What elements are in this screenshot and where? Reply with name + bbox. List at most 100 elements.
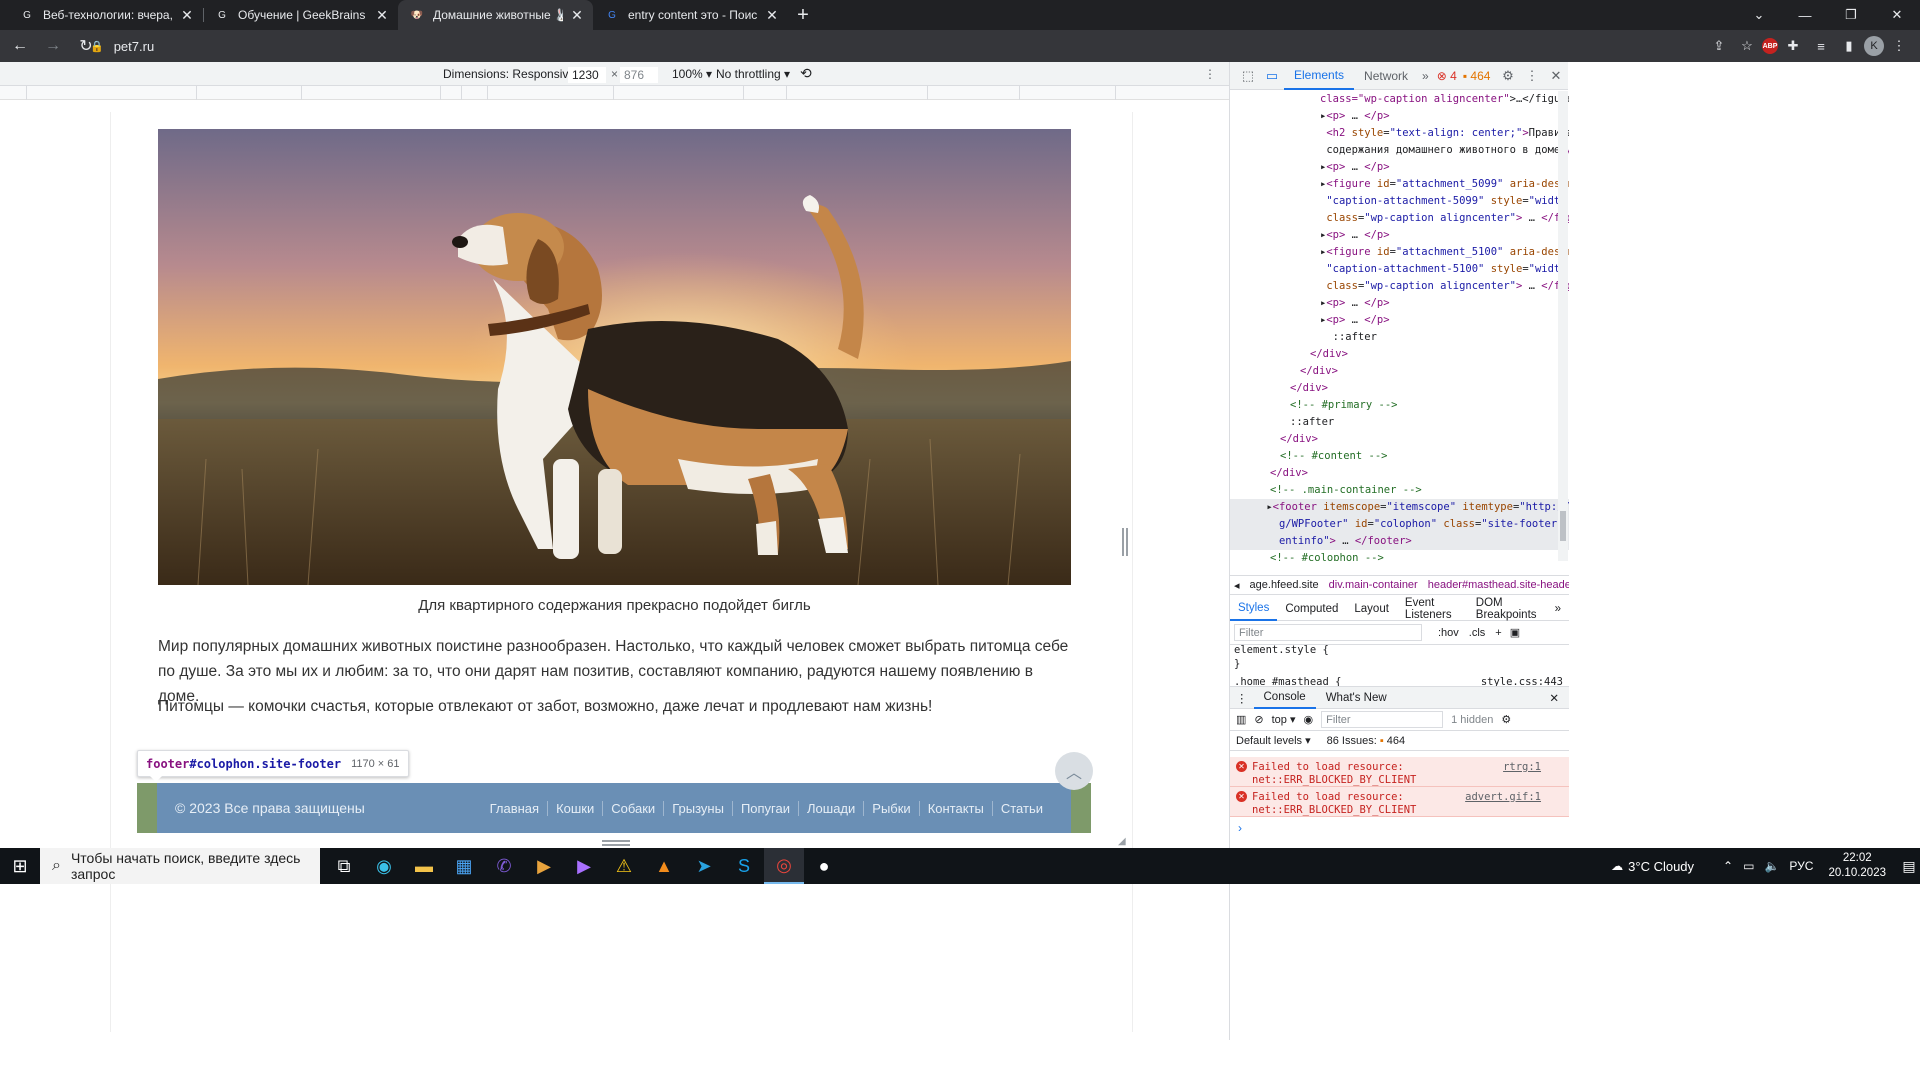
- sidebar-toggle-icon[interactable]: ▥: [1236, 713, 1246, 726]
- resize-handle-corner[interactable]: ◢: [1118, 836, 1130, 848]
- dom-node-line[interactable]: ▸<figure id="attachment_5099" aria-descr…: [1230, 176, 1569, 193]
- console-error-message[interactable]: ✕ Failed to load resource: net::ERR_BLOCKE…: [1230, 757, 1569, 787]
- context-select[interactable]: top ▾: [1272, 713, 1296, 726]
- issues-link[interactable]: 86 Issues: ▪ 464: [1327, 735, 1406, 747]
- more-subtabs-icon[interactable]: »: [1547, 597, 1569, 621]
- height-input[interactable]: 876: [620, 67, 658, 83]
- dom-node-line[interactable]: ▸<p> … </p>: [1230, 295, 1569, 312]
- dom-node-line[interactable]: class="wp-caption aligncenter"> … </figu…: [1230, 210, 1569, 227]
- notifications-icon[interactable]: ▤: [1898, 858, 1920, 875]
- error-source-link[interactable]: rtrg:1: [1503, 761, 1541, 774]
- dom-node-line[interactable]: class="wp-caption aligncenter"> … </figu…: [1230, 278, 1569, 295]
- back-icon[interactable]: ←: [7, 33, 33, 59]
- tab-close-icon[interactable]: ✕: [569, 7, 585, 24]
- warning-app-icon[interactable]: ⚠: [604, 848, 644, 884]
- close-devtools-icon[interactable]: ✕: [1544, 68, 1568, 84]
- address-bar[interactable]: 🔒 pet7.ru: [90, 34, 1690, 58]
- minimize-icon[interactable]: —: [1782, 0, 1828, 30]
- live-expression-eye-icon[interactable]: ◉: [1304, 713, 1314, 726]
- error-count-badge[interactable]: ⊗ 4: [1437, 69, 1457, 83]
- dom-node-line[interactable]: ▸<p> … </p>: [1230, 312, 1569, 329]
- side-panel-icon[interactable]: ▮: [1836, 33, 1862, 59]
- dom-tree[interactable]: class="wp-caption aligncenter">…</figure…: [1230, 91, 1569, 561]
- tab-network[interactable]: Network: [1354, 62, 1418, 90]
- breadcrumb-item[interactable]: age.hfeed.site: [1250, 579, 1319, 591]
- tab-close-icon[interactable]: ✕: [179, 7, 195, 24]
- drawer-menu-icon[interactable]: ⋮: [1230, 687, 1254, 709]
- weather-text[interactable]: 3°C Cloudy: [1628, 859, 1694, 874]
- cls-toggle[interactable]: .cls: [1469, 627, 1486, 639]
- resize-handle-bottom[interactable]: [602, 840, 630, 846]
- dom-node-line[interactable]: <h2 style="text-align: center;">Правила: [1230, 125, 1569, 142]
- browser-tab[interactable]: Gentry content это - Поиск в Goo ✕: [593, 0, 788, 30]
- adblock-extension-icon[interactable]: ABP: [1762, 38, 1778, 54]
- dom-node-line[interactable]: class="wp-caption aligncenter">…</figure…: [1230, 91, 1569, 108]
- zoom-select[interactable]: 100% ▾: [672, 67, 712, 81]
- devtools-menu-icon[interactable]: ⋮: [1520, 68, 1544, 84]
- footer-link[interactable]: Собаки: [602, 800, 663, 816]
- dom-node-line[interactable]: содержания домашнего животного в доме</h…: [1230, 142, 1569, 159]
- forward-icon[interactable]: →: [40, 33, 66, 59]
- store-icon[interactable]: ▦: [444, 848, 484, 884]
- dimensions-select[interactable]: Dimensions: Responsive ▾: [443, 67, 584, 81]
- dom-node-line[interactable]: <!-- #primary -->: [1230, 397, 1569, 414]
- styles-subtab[interactable]: Styles: [1230, 597, 1278, 621]
- default-levels-select[interactable]: Default levels ▾: [1236, 734, 1311, 747]
- dom-node-line[interactable]: </div>: [1230, 363, 1569, 380]
- edge-browser-icon[interactable]: ◉: [364, 848, 404, 884]
- volume-icon[interactable]: 🔈: [1764, 859, 1779, 873]
- styles-subtab[interactable]: Event Listeners: [1397, 597, 1468, 621]
- device-toolbar-icon[interactable]: ▭: [1260, 68, 1284, 84]
- hov-toggle[interactable]: :hov: [1438, 627, 1459, 639]
- dom-node-line[interactable]: ▸<p> … </p>: [1230, 227, 1569, 244]
- tab-search-icon[interactable]: ⌄: [1736, 0, 1782, 30]
- dom-node-line[interactable]: </div>: [1230, 431, 1569, 448]
- clear-console-icon[interactable]: ⊘: [1254, 713, 1263, 726]
- dom-node-line[interactable]: ▸<p> … </p>: [1230, 159, 1569, 176]
- close-window-icon[interactable]: ✕: [1874, 0, 1920, 30]
- footer-link[interactable]: Главная: [482, 801, 547, 816]
- footer-link[interactable]: Грызуны: [663, 800, 732, 816]
- dom-node-line[interactable]: <!-- .main-container -->: [1230, 482, 1569, 499]
- width-input[interactable]: 1230: [568, 67, 606, 83]
- new-rule-icon[interactable]: +: [1495, 627, 1501, 639]
- task-view-icon[interactable]: ⧉: [324, 848, 364, 884]
- inspect-element-icon[interactable]: ⬚: [1236, 68, 1260, 84]
- dom-node-line[interactable]: entinfo"> … </footer>: [1230, 533, 1569, 550]
- error-source-link[interactable]: advert.gif:1: [1465, 791, 1541, 804]
- windows-start-icon[interactable]: ⊞: [0, 848, 40, 884]
- dom-node-line[interactable]: <!-- #colophon -->: [1230, 550, 1569, 561]
- browser-tab[interactable]: G Обучение | GeekBrains - образова ✕: [203, 0, 398, 30]
- dom-scrollbar[interactable]: [1558, 91, 1568, 561]
- close-drawer-icon[interactable]: ✕: [1539, 687, 1569, 709]
- styles-subtab[interactable]: DOM Breakpoints: [1468, 597, 1547, 621]
- styles-subtab[interactable]: Computed: [1277, 597, 1346, 621]
- style-rule-element[interactable]: element.style {: [1234, 643, 1569, 657]
- styles-subtab[interactable]: Layout: [1346, 597, 1397, 621]
- vlc-icon[interactable]: ▲: [644, 848, 684, 884]
- footer-link[interactable]: Лошади: [798, 800, 863, 816]
- footer-link[interactable]: Попугаи: [731, 800, 798, 816]
- viber-icon[interactable]: ✆: [484, 848, 524, 884]
- browser-tab[interactable]: 🐶 Домашние животные 🐰 Все п ✕: [398, 0, 593, 30]
- media-playlist-icon[interactable]: ≡: [1808, 33, 1834, 59]
- new-tab-button[interactable]: +: [788, 0, 818, 30]
- scroll-to-top-button[interactable]: ︿: [1055, 752, 1093, 790]
- settings-gear-icon[interactable]: ⚙: [1496, 68, 1520, 84]
- dom-node-line[interactable]: g/WPFooter" id="colophon" class="site-fo…: [1230, 516, 1569, 533]
- dom-node-line[interactable]: ▸<p> … </p>: [1230, 108, 1569, 125]
- browser-tab[interactable]: G Веб-технологии: вчера, сегодня ✕: [8, 0, 203, 30]
- dom-node-line[interactable]: </div>: [1230, 465, 1569, 482]
- extensions-puzzle-icon[interactable]: ✚: [1780, 33, 1806, 59]
- tray-chevron-icon[interactable]: ⌃: [1723, 859, 1733, 873]
- skype-icon[interactable]: S: [724, 848, 764, 884]
- chrome-icon[interactable]: ◎: [764, 848, 804, 884]
- crumbs-scroll-left-icon[interactable]: ◂: [1234, 579, 1240, 592]
- device-more-icon[interactable]: ⋮: [1204, 67, 1216, 81]
- styles-filter-input[interactable]: Filter: [1234, 624, 1422, 641]
- console-settings-icon[interactable]: ⚙: [1501, 713, 1511, 726]
- footer-link[interactable]: Статьи: [991, 800, 1051, 816]
- dom-node-line[interactable]: ::after: [1230, 414, 1569, 431]
- dom-node-line[interactable]: <!-- #content -->: [1230, 448, 1569, 465]
- rotate-icon[interactable]: ⟲: [800, 65, 812, 82]
